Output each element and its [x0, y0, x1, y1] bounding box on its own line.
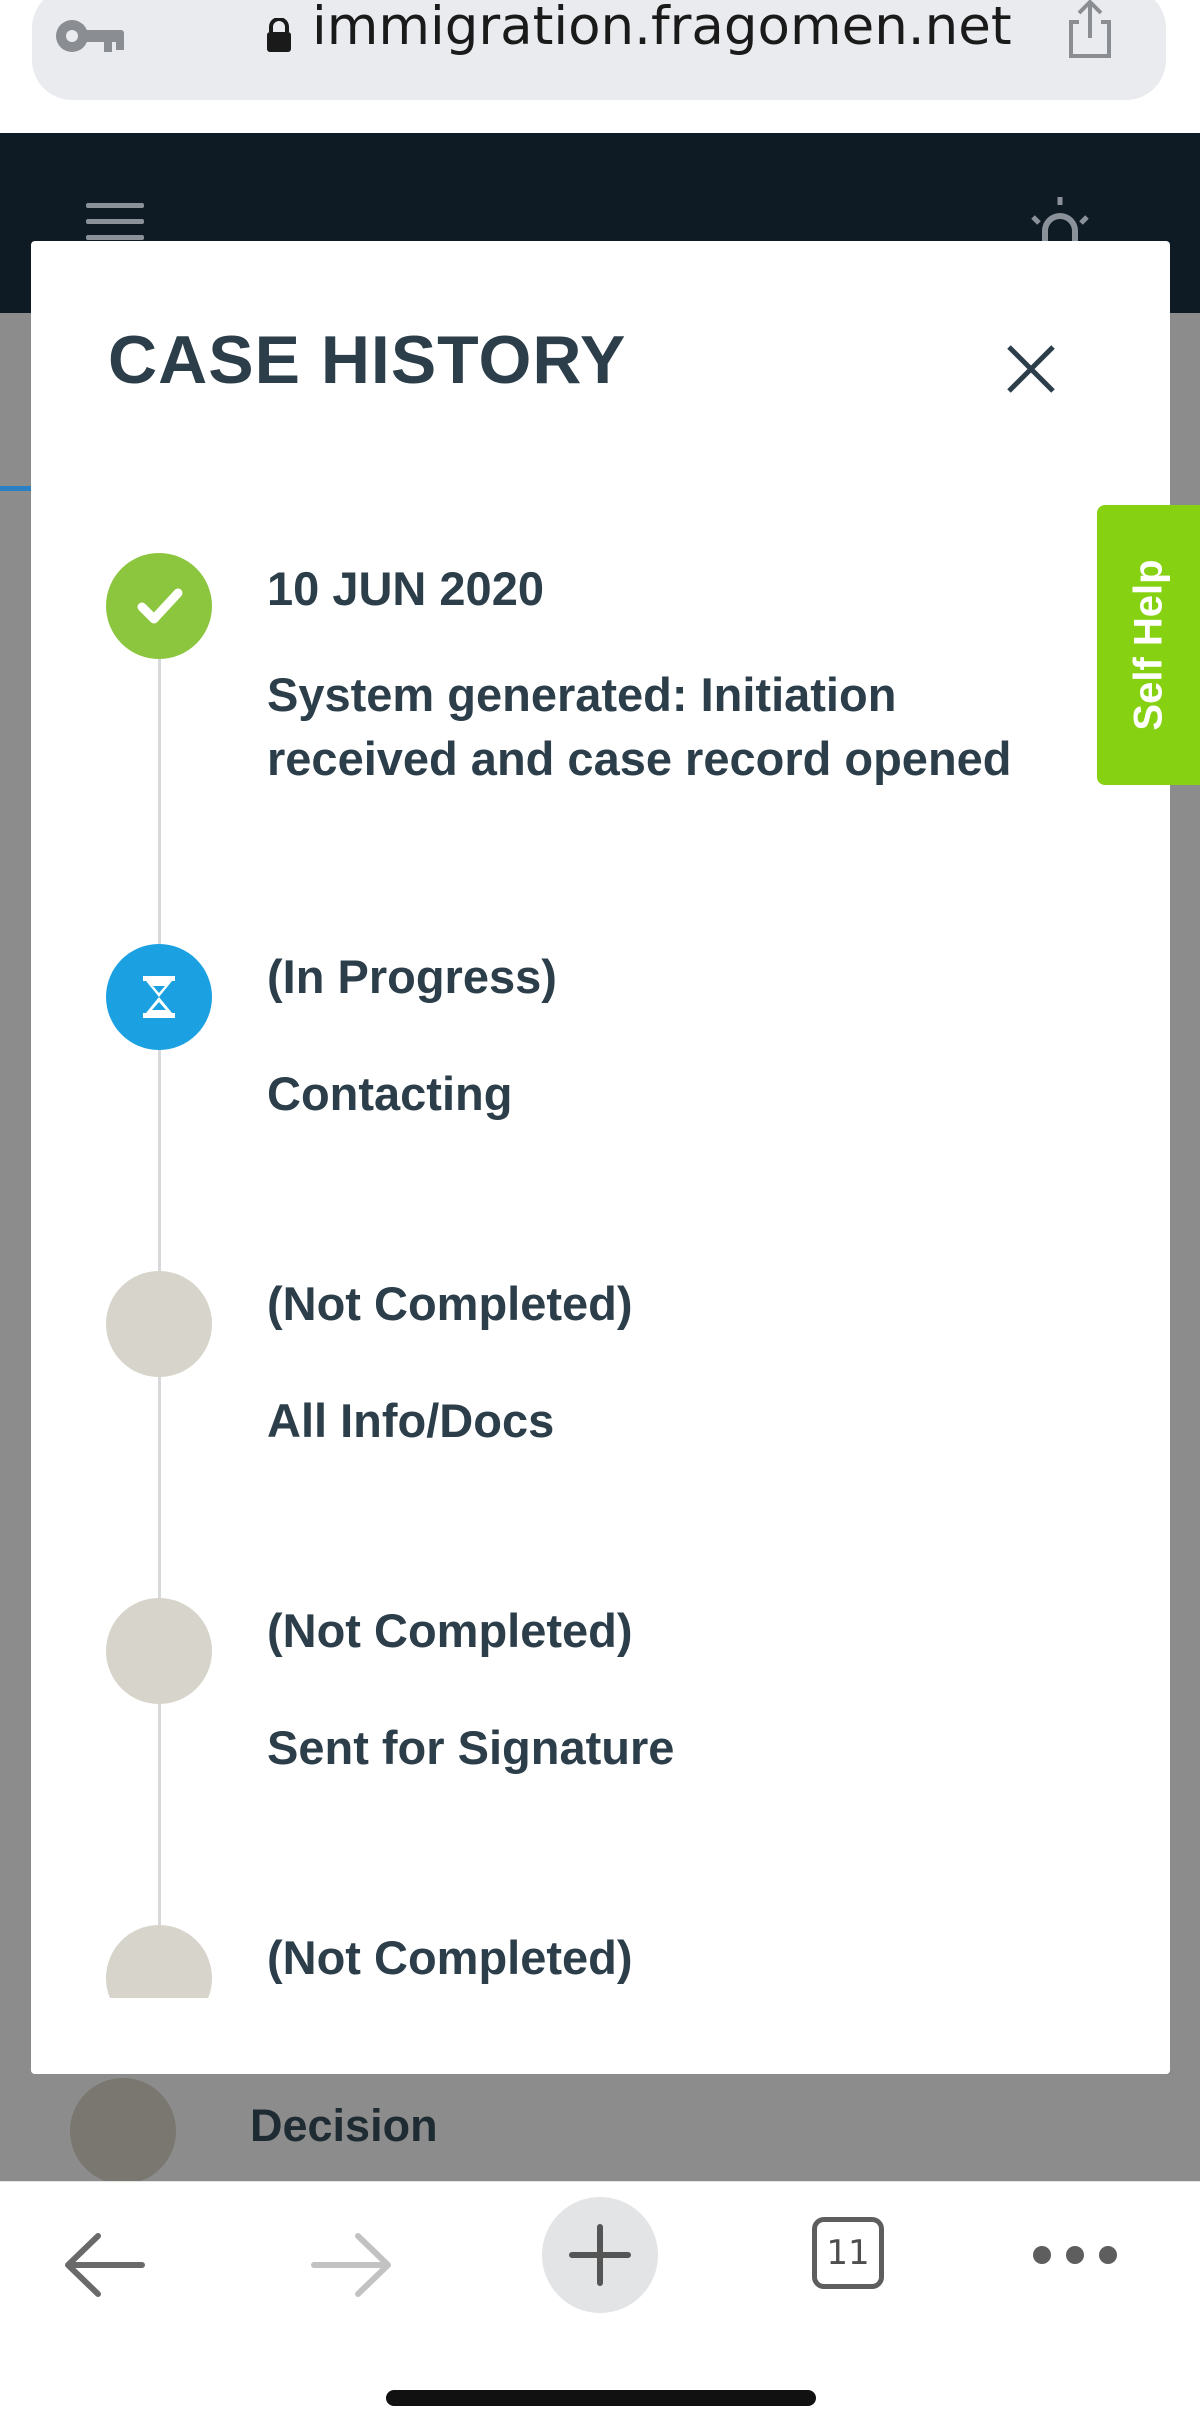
step-status: (Not Completed) — [267, 1604, 633, 1657]
step-status-dot — [106, 1271, 212, 1377]
step-status-dot — [106, 553, 212, 659]
step-description: System generated: Initiation received an… — [267, 668, 1012, 785]
new-tab-button[interactable] — [542, 2197, 658, 2313]
tab-count: 11 — [826, 2233, 870, 2273]
address-bar[interactable]: immigration.fragomen.net — [32, 0, 1166, 100]
case-history-modal: CASE HISTORY 10 JUN 2020 System generate… — [31, 241, 1170, 2074]
browser-address-area: immigration.fragomen.net — [0, 0, 1200, 133]
modal-footer-spacer — [31, 1998, 1170, 2074]
self-help-tab[interactable]: Self Help — [1097, 505, 1200, 785]
self-help-label: Self Help — [1126, 559, 1170, 731]
step-description: Sent for Signature — [267, 1721, 675, 1774]
background-step-label: Decision — [250, 2100, 438, 2151]
close-icon[interactable] — [999, 337, 1063, 401]
background-step-circle — [70, 2078, 176, 2184]
more-options-icon[interactable] — [1030, 2240, 1120, 2270]
page-accent-line — [0, 486, 32, 491]
step-description: Contacting — [267, 1067, 513, 1120]
back-arrow-icon[interactable] — [62, 2230, 146, 2300]
share-icon[interactable] — [1065, 0, 1115, 60]
modal-title: CASE HISTORY — [108, 322, 627, 398]
plus-icon — [569, 2224, 631, 2286]
url-text[interactable]: immigration.fragomen.net — [312, 0, 1012, 57]
step-status: (Not Completed) — [267, 1931, 633, 1984]
hourglass-icon — [143, 976, 175, 1018]
lock-icon — [267, 18, 291, 52]
home-indicator[interactable] — [386, 2390, 816, 2406]
checkmark-icon — [137, 588, 183, 624]
key-icon[interactable] — [54, 12, 126, 60]
step-status: (In Progress) — [267, 950, 557, 1003]
forward-arrow-icon[interactable] — [310, 2230, 394, 2300]
step-status-dot — [106, 1598, 212, 1704]
tabs-button[interactable]: 11 — [812, 2217, 884, 2289]
step-description: All Info/Docs — [267, 1394, 555, 1447]
step-status: (Not Completed) — [267, 1277, 633, 1330]
step-date: 10 JUN 2020 — [267, 562, 544, 615]
step-status-dot — [106, 944, 212, 1050]
